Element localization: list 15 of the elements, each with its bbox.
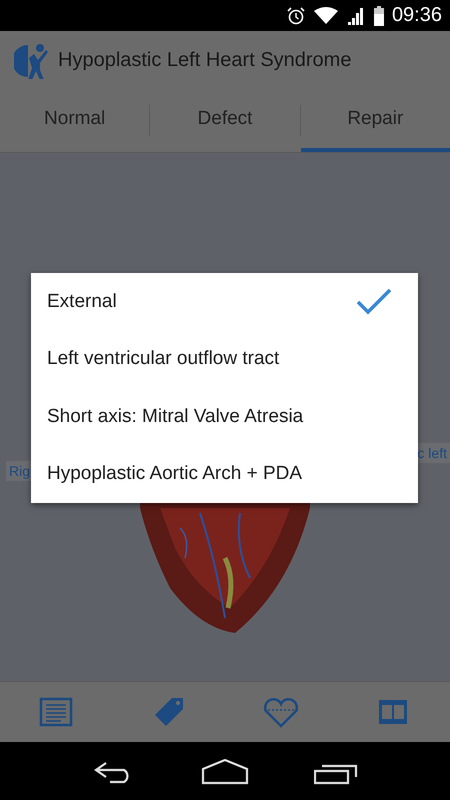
heart-icon[interactable] [262,695,300,729]
text-lines-icon[interactable] [37,695,76,729]
menu-item[interactable]: Short axis: Mitral Valve Atresia [47,406,304,428]
alarm-icon [286,6,306,26]
home-icon[interactable] [200,758,249,784]
app-logo-icon [14,41,50,79]
signal-icon [346,6,366,24]
wifi-icon [314,6,338,24]
model-label: Rig [6,461,34,481]
menu-item[interactable]: Hypoplastic Aortic Arch + PDA [47,463,302,486]
battery-icon [374,6,384,26]
menu-item[interactable]: External [47,290,117,313]
menu-item[interactable]: Left ventricular outflow tract [47,348,280,370]
status-time: 09:36 [392,4,442,27]
app-title: Hypoplastic Left Heart Syndrome [58,48,352,72]
